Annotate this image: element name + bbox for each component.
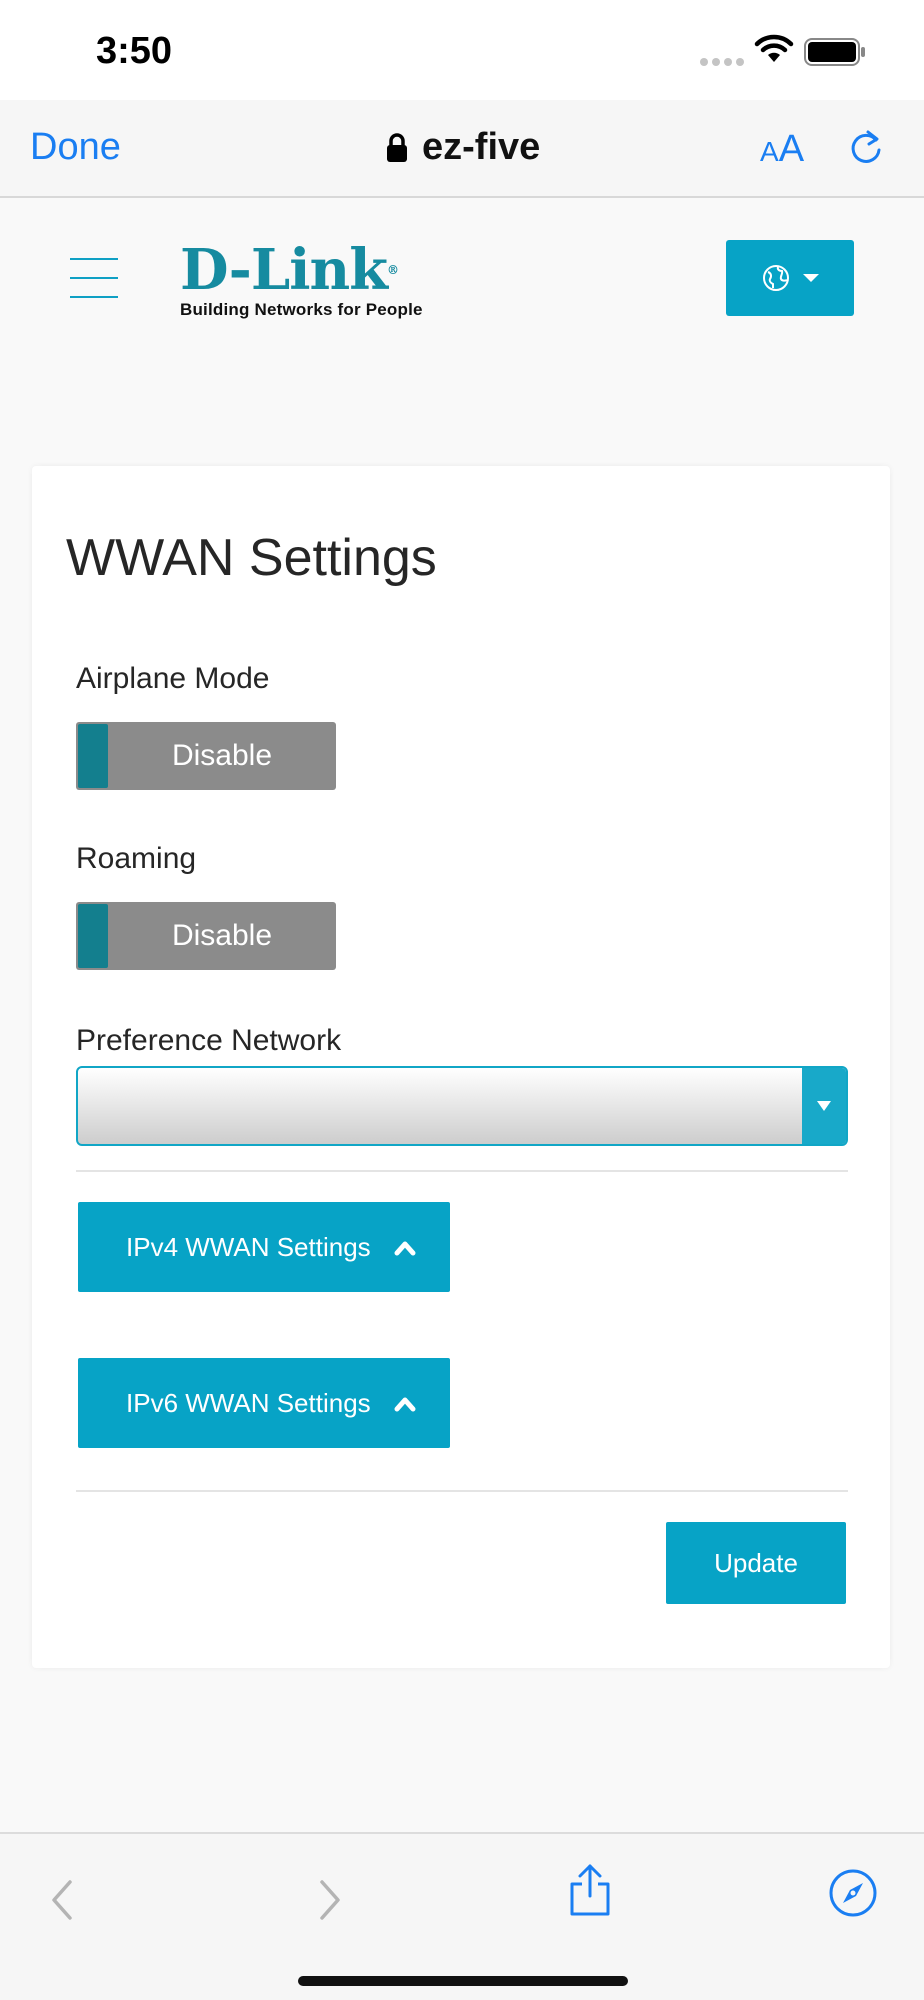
reload-icon[interactable]: [846, 128, 886, 168]
back-arrow-icon[interactable]: [48, 1878, 76, 1922]
browser-toolbar: Done ez-five AA: [0, 100, 924, 198]
hamburger-menu-icon[interactable]: [70, 258, 118, 298]
preference-network-select[interactable]: [76, 1066, 848, 1146]
logo-tagline: Building Networks for People: [180, 300, 423, 319]
ipv4-wwan-settings-button[interactable]: IPv4 WWAN Settings: [78, 1202, 450, 1292]
divider: [76, 1490, 848, 1492]
roaming-toggle[interactable]: Disable: [76, 902, 336, 970]
chevron-up-icon: [394, 1397, 416, 1412]
status-time: 3:50: [96, 30, 173, 72]
ipv6-wwan-settings-button[interactable]: IPv6 WWAN Settings: [78, 1358, 450, 1448]
text-size-small-label: A: [760, 136, 779, 167]
browser-bottom-toolbar: [0, 1832, 924, 2000]
update-button[interactable]: Update: [666, 1522, 846, 1604]
roaming-label: Roaming: [76, 842, 197, 875]
compass-icon[interactable]: [828, 1868, 878, 1918]
site-header: D-Link® Building Networks for People: [0, 200, 924, 360]
globe-icon: [763, 265, 789, 291]
status-bar: 3:50: [0, 0, 924, 100]
divider: [76, 1170, 848, 1172]
cellular-signal-icon: [700, 58, 744, 66]
select-arrow-button[interactable]: [802, 1068, 846, 1144]
wwan-settings-card: WWAN Settings Airplane Mode Disable Roam…: [32, 466, 890, 1668]
chevron-down-icon: [817, 1101, 831, 1111]
ipv6-wwan-settings-label: IPv6 WWAN Settings: [126, 1387, 371, 1418]
airplane-mode-toggle[interactable]: Disable: [76, 722, 336, 790]
wifi-icon: [754, 34, 794, 62]
airplane-mode-state: Disable: [171, 739, 273, 772]
airplane-mode-label: Airplane Mode: [76, 662, 270, 695]
url-text: ez-five: [422, 126, 541, 168]
address-bar[interactable]: ez-five: [386, 126, 540, 169]
logo-registered-mark: ®: [387, 263, 399, 277]
page-title: WWAN Settings: [66, 529, 437, 587]
home-indicator: [298, 1976, 628, 1986]
text-size-big-label: A: [778, 128, 805, 170]
battery-icon: [804, 38, 865, 66]
forward-arrow-icon[interactable]: [316, 1878, 344, 1922]
lock-icon: [387, 132, 407, 162]
share-icon[interactable]: [566, 1862, 614, 1918]
chevron-up-icon: [394, 1241, 416, 1256]
toggle-knob: [78, 904, 108, 968]
chevron-down-icon: [803, 274, 819, 282]
roaming-state: Disable: [171, 919, 273, 952]
done-button[interactable]: Done: [30, 126, 121, 169]
ipv4-wwan-settings-label: IPv4 WWAN Settings: [126, 1231, 371, 1262]
language-button[interactable]: [726, 240, 854, 316]
dlink-logo: D-Link® Building Networks for People: [180, 242, 423, 320]
text-size-button[interactable]: AA: [760, 128, 804, 171]
preference-network-label: Preference Network: [76, 1024, 342, 1057]
toggle-knob: [78, 724, 108, 788]
logo-text: D-Link: [180, 237, 388, 303]
